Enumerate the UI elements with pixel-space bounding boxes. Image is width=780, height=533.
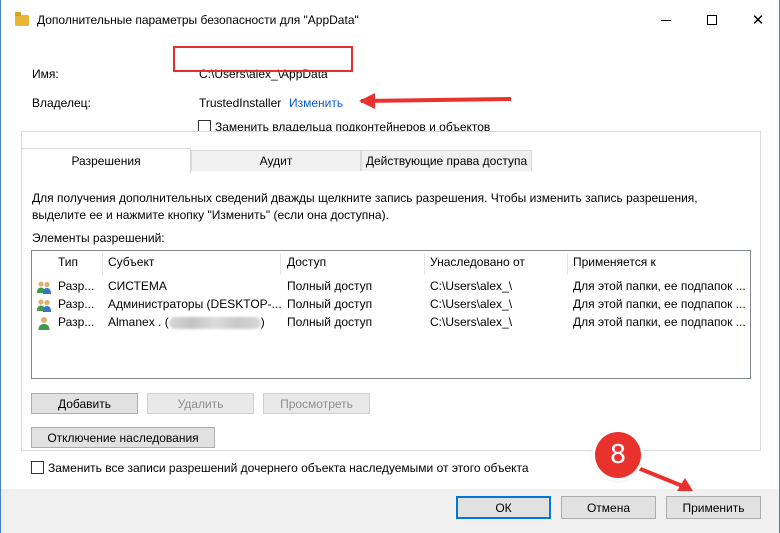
owner-label: Владелец: (32, 96, 91, 110)
dialog-footer (1, 489, 779, 533)
subject-suffix: ) (260, 315, 265, 329)
change-owner-link[interactable]: Изменить (289, 96, 343, 110)
remove-button[interactable]: Удалить (147, 393, 254, 414)
column-header-applies[interactable]: Применяется к (573, 255, 656, 275)
cancel-button[interactable]: Отмена (561, 496, 656, 519)
disable-inheritance-button[interactable]: Отключение наследования (31, 427, 215, 448)
permission-entries-list[interactable]: Тип Субъект Доступ Унаследовано от Приме… (31, 250, 751, 379)
column-header-inherited[interactable]: Унаследовано от (430, 255, 525, 275)
ok-button[interactable]: ОК (456, 496, 551, 519)
add-button[interactable]: Добавить (31, 393, 138, 414)
maximize-button[interactable] (689, 0, 735, 40)
column-separator[interactable] (567, 253, 568, 275)
owner-value: TrustedInstaller (199, 96, 282, 110)
cell-inherited: C:\Users\alex_\ (430, 279, 513, 293)
cell-type: Разр... (58, 279, 95, 293)
name-label: Имя: (32, 67, 59, 81)
permissions-description: Для получения дополнительных сведений дв… (32, 191, 698, 222)
replace-child-label: Заменить все записи разрешений дочернего… (48, 461, 529, 475)
cell-applies: Для этой папки, ее подпапок ... (573, 297, 746, 311)
maximize-icon (707, 15, 717, 25)
group-users-icon (37, 281, 51, 294)
table-row[interactable]: Разр... СИСТЕМА Полный доступ C:\Users\a… (32, 278, 750, 296)
minimize-button[interactable] (643, 0, 689, 40)
cell-inherited: C:\Users\alex_\ (430, 297, 513, 311)
permission-entries-label: Элементы разрешений: (32, 231, 165, 245)
cell-type: Разр... (58, 297, 95, 311)
tab-effective-access[interactable]: Действующие права доступа (361, 150, 532, 171)
table-row[interactable]: Разр... Almanex . () Полный доступ C:\Us… (32, 314, 750, 332)
cell-access: Полный доступ (287, 297, 373, 311)
column-separator[interactable] (102, 253, 103, 275)
cell-access: Полный доступ (287, 279, 373, 293)
close-icon: ✕ (751, 10, 765, 29)
cell-access: Полный доступ (287, 315, 373, 329)
table-row[interactable]: Разр... Администраторы (DESKTOP-... Полн… (32, 296, 750, 314)
security-dialog: Дополнительные параметры безопасности дл… (0, 0, 780, 533)
column-header-subject[interactable]: Субъект (108, 255, 154, 275)
title-bar[interactable]: Дополнительные параметры безопасности дл… (1, 0, 779, 40)
tab-permissions[interactable]: Разрешения (21, 148, 191, 173)
column-header-access[interactable]: Доступ (287, 255, 326, 275)
cell-subject: СИСТЕМА (108, 279, 167, 293)
owner-highlight-box (173, 46, 353, 72)
subject-name: Almanex . ( (108, 315, 169, 329)
cell-applies: Для этой папки, ее подпапок ... (573, 315, 746, 329)
close-button[interactable]: ✕ (735, 0, 780, 40)
replace-child-checkbox[interactable] (31, 461, 44, 474)
window-title: Дополнительные параметры безопасности дл… (37, 13, 359, 27)
cell-subject: Администраторы (DESKTOP-... (108, 297, 282, 311)
blurred-email (168, 316, 261, 329)
group-users-icon (37, 299, 51, 312)
step-number-badge: 8 (595, 432, 641, 478)
view-button[interactable]: Просмотреть (263, 393, 370, 414)
cell-type: Разр... (58, 315, 95, 329)
cell-applies: Для этой папки, ее подпапок ... (573, 279, 746, 293)
column-separator[interactable] (280, 253, 281, 275)
cell-subject: Almanex . () (108, 315, 265, 329)
column-separator[interactable] (424, 253, 425, 275)
user-icon (38, 317, 50, 330)
apply-button[interactable]: Применить (666, 496, 761, 519)
cell-inherited: C:\Users\alex_\ (430, 315, 513, 329)
minimize-icon (661, 19, 671, 21)
tab-audit[interactable]: Аудит (191, 150, 361, 171)
folder-icon (15, 12, 29, 26)
column-header-type[interactable]: Тип (58, 255, 78, 275)
